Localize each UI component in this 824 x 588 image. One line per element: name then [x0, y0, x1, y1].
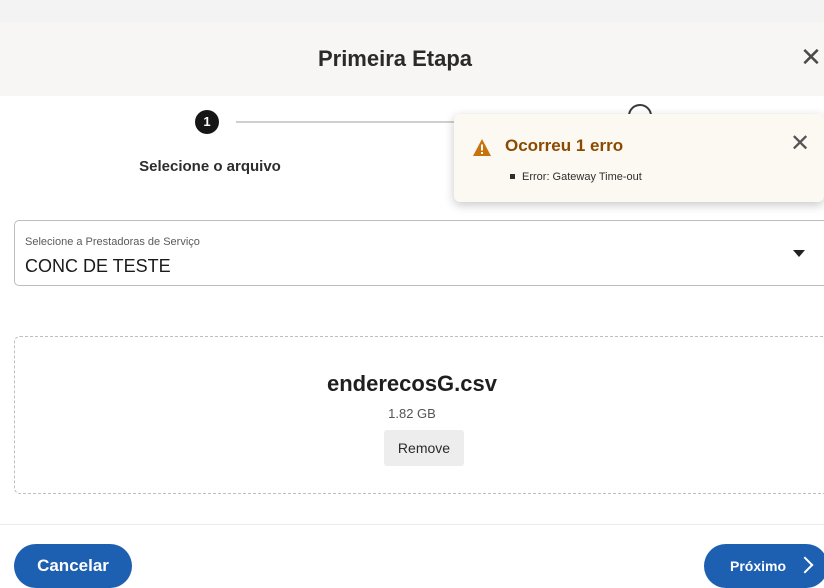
select-value: CONC DE TESTE	[25, 256, 171, 276]
file-size: 1.82 GB	[388, 406, 436, 421]
caret-down-icon[interactable]	[793, 250, 805, 257]
warning-icon	[473, 139, 491, 156]
toast-title: Ocorreu 1 erro	[505, 136, 624, 155]
step-1-label: Selecione o arquivo	[139, 158, 281, 175]
next-button-label: Próximo	[730, 558, 787, 574]
cancel-button[interactable]: Cancelar	[14, 544, 132, 588]
step-1-indicator: 1	[195, 110, 219, 134]
select-label: Selecione a Prestadoras de Serviço	[25, 236, 200, 248]
error-item: Error: Gateway Time-out	[510, 171, 642, 183]
error-toast: Ocorreu 1 erro ✕ Error: Gateway Time-out	[454, 114, 824, 202]
top-strip	[0, 0, 824, 22]
close-icon[interactable]: ✕	[788, 132, 812, 156]
error-list: Error: Gateway Time-out	[510, 171, 642, 183]
dialog-header: Primeira Etapa ✕	[0, 22, 824, 96]
chevron-right-icon	[796, 556, 814, 574]
file-name: enderecosG.csv	[327, 371, 497, 396]
close-icon[interactable]: ✕	[798, 42, 824, 72]
service-provider-select[interactable]: Selecione a Prestadoras de Serviço CONC …	[14, 220, 824, 286]
footer-divider	[0, 524, 824, 525]
remove-file-button[interactable]: Remove	[384, 430, 464, 466]
dialog-title: Primeira Etapa	[317, 46, 473, 71]
next-button[interactable]: Próximo	[704, 544, 824, 588]
